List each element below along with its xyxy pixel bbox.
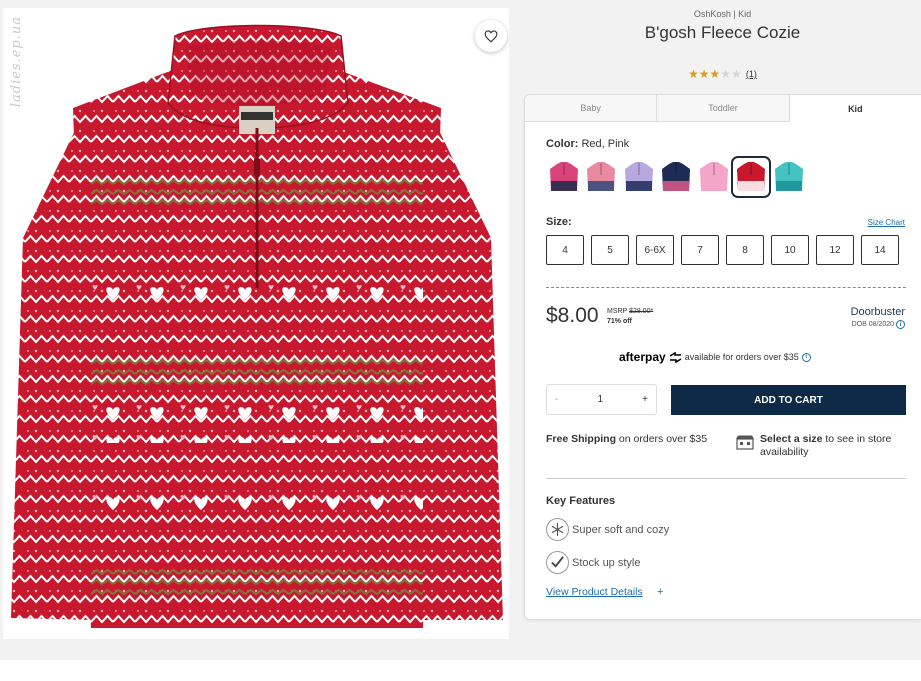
star-filled-icon: ★: [709, 67, 721, 81]
size-label: Size:: [546, 216, 572, 228]
afterpay-logo: afterpay: [619, 350, 666, 364]
swatch-thumbnail: [772, 159, 806, 195]
snowflake-icon: [546, 518, 569, 541]
size-option-8[interactable]: 8: [726, 235, 764, 265]
watermark: ladies.ep.ua: [9, 16, 24, 108]
size-option-14[interactable]: 14: [861, 235, 899, 265]
review-count-link[interactable]: (1): [746, 69, 757, 79]
color-swatch-pink-navy[interactable]: [545, 157, 583, 197]
expand-details-icon[interactable]: +: [657, 586, 663, 598]
size-option-12[interactable]: 12: [816, 235, 854, 265]
color-swatch-teal[interactable]: [770, 157, 808, 197]
feature-item: Super soft and cozy: [546, 518, 669, 541]
view-product-details-link[interactable]: View Product Details: [546, 586, 643, 598]
size-options: 4 5 6-6X 7 8 10 12 14: [546, 235, 899, 265]
product-image-panel: ladies.ep.ua: [3, 8, 509, 639]
sale-price: $8.00: [546, 304, 599, 327]
divider: [546, 478, 906, 479]
swatch-thumbnail: [659, 159, 693, 195]
quantity-decrease-button[interactable]: -: [555, 394, 558, 405]
tab-kid[interactable]: Kid: [789, 95, 921, 122]
age-tabs: Baby Toddler Kid: [525, 95, 921, 122]
dashed-divider: [546, 287, 906, 288]
color-value: Red, Pink: [581, 138, 630, 150]
msrp-value: $28.00*: [629, 308, 654, 315]
size-option-7[interactable]: 7: [681, 235, 719, 265]
quantity-value[interactable]: 1: [597, 394, 603, 405]
star-empty-icon: ★: [731, 67, 742, 81]
star-filled-icon: ★: [688, 67, 699, 81]
key-features-title: Key Features: [546, 495, 616, 507]
free-shipping-label: Free Shipping: [546, 433, 617, 445]
size-chart-link[interactable]: Size Chart: [868, 218, 905, 227]
discount-text: 71% off: [607, 318, 632, 325]
msrp-label: MSRP: [607, 308, 628, 315]
size-option-10[interactable]: 10: [771, 235, 809, 265]
feature-item: Stock up style: [546, 551, 640, 574]
feature-label: Stock up style: [572, 556, 641, 569]
swatch-thumbnail: [731, 156, 772, 198]
rating[interactable]: ★★★★★ (1): [688, 67, 757, 81]
msrp-block: MSRP $28.00* 71% off: [607, 307, 653, 327]
heart-icon: [484, 29, 498, 43]
shipping-info: Free Shipping on orders over $35: [546, 433, 707, 445]
deal-date: DOB 08/2020: [851, 321, 894, 328]
quantity-increase-button[interactable]: +: [642, 394, 648, 405]
favorite-button[interactable]: [475, 20, 507, 52]
swatch-thumbnail: [622, 159, 656, 195]
shipping-text: on orders over $35: [616, 433, 708, 445]
afterpay-text: available for orders over $35: [684, 352, 799, 362]
afterpay-row: afterpay available for orders over $35 i: [619, 350, 811, 364]
star-rating: ★★★★★: [688, 67, 742, 81]
select-size-label: Select a size: [760, 433, 823, 445]
size-option-4[interactable]: 4: [546, 235, 584, 265]
deal-name: Doorbuster: [850, 306, 905, 318]
size-option-6-6x[interactable]: 6-6X: [636, 235, 674, 265]
swatch-thumbnail: [547, 159, 581, 195]
star-empty-icon: ★: [720, 67, 732, 81]
color-swatch-stripe[interactable]: [583, 157, 621, 197]
tab-baby[interactable]: Baby: [525, 95, 658, 121]
deal-block: Doorbuster DOB 08/2020 i: [851, 306, 905, 329]
brand-breadcrumb[interactable]: OshKosh | Kid: [524, 9, 921, 19]
checkmark-icon: [546, 551, 569, 574]
size-option-5[interactable]: 5: [591, 235, 629, 265]
add-to-cart-button[interactable]: ADD TO CART: [671, 385, 906, 415]
color-swatches: [545, 156, 808, 198]
quantity-stepper: - 1 +: [546, 384, 657, 415]
swatch-thumbnail: [697, 159, 731, 195]
color-swatch-red-pink-fairisle[interactable]: [731, 156, 772, 198]
feature-label: Super soft and cozy: [572, 523, 670, 536]
product-title: B'gosh Fleece Cozie: [644, 23, 801, 42]
color-label-row: Color: Red, Pink: [546, 138, 629, 150]
info-icon[interactable]: i: [896, 320, 905, 329]
store-availability: Select a size to see in store availabili…: [760, 433, 910, 459]
afterpay-arrows-icon: [669, 351, 682, 363]
star-filled-icon: ★: [698, 67, 710, 81]
footer-strip: [0, 660, 921, 681]
product-image: [11, 24, 503, 628]
tab-toddler[interactable]: Toddler: [657, 95, 790, 121]
store-icon: [736, 435, 754, 450]
color-swatch-lavender-navy[interactable]: [620, 157, 658, 197]
swatch-thumbnail: [584, 159, 618, 195]
purchase-card: Baby Toddler Kid Color: Red, Pink Size: …: [524, 94, 921, 620]
afterpay-info-icon[interactable]: i: [801, 352, 811, 362]
color-swatch-navy-dots[interactable]: [658, 157, 696, 197]
color-swatch-light-pink[interactable]: [695, 157, 733, 197]
color-label: Color:: [546, 138, 579, 150]
